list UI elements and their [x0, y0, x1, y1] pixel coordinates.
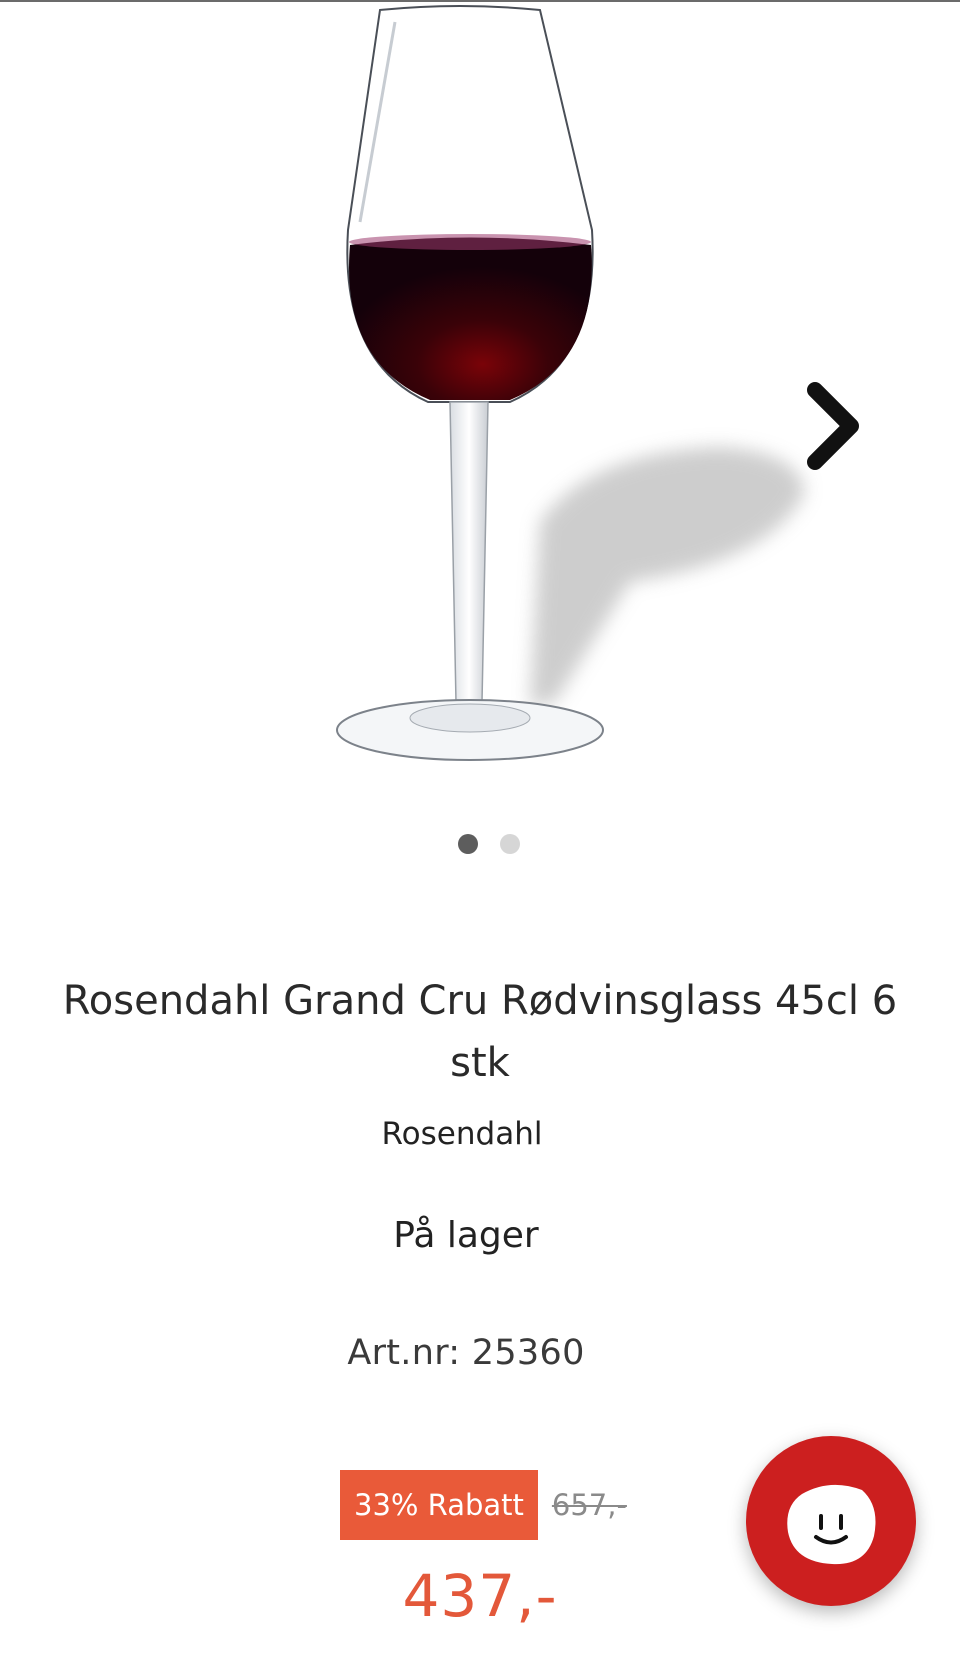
chat-button[interactable] — [746, 1436, 916, 1606]
article-number: Art.nr: 25360 — [347, 1333, 585, 1373]
wine-glass-image — [300, 2, 860, 792]
product-gallery[interactable] — [0, 2, 960, 882]
gallery-dot-1[interactable] — [458, 834, 478, 854]
stock-status: På lager — [393, 1215, 539, 1256]
smiley-chat-icon — [787, 1484, 876, 1565]
product-title: Rosendahl Grand Cru Rødvinsglass 45cl 6 … — [62, 978, 898, 1086]
price-row: 33% Rabatt 657,- — [340, 1470, 627, 1540]
discount-badge: 33% Rabatt — [340, 1470, 538, 1540]
next-image-button[interactable] — [805, 380, 869, 476]
chevron-right-icon — [807, 382, 859, 470]
gallery-dot-2[interactable] — [500, 834, 520, 854]
old-price: 657,- — [551, 1488, 627, 1522]
gallery-pagination — [0, 834, 960, 858]
product-brand-link[interactable]: Rosendahl — [0, 1116, 924, 1152]
